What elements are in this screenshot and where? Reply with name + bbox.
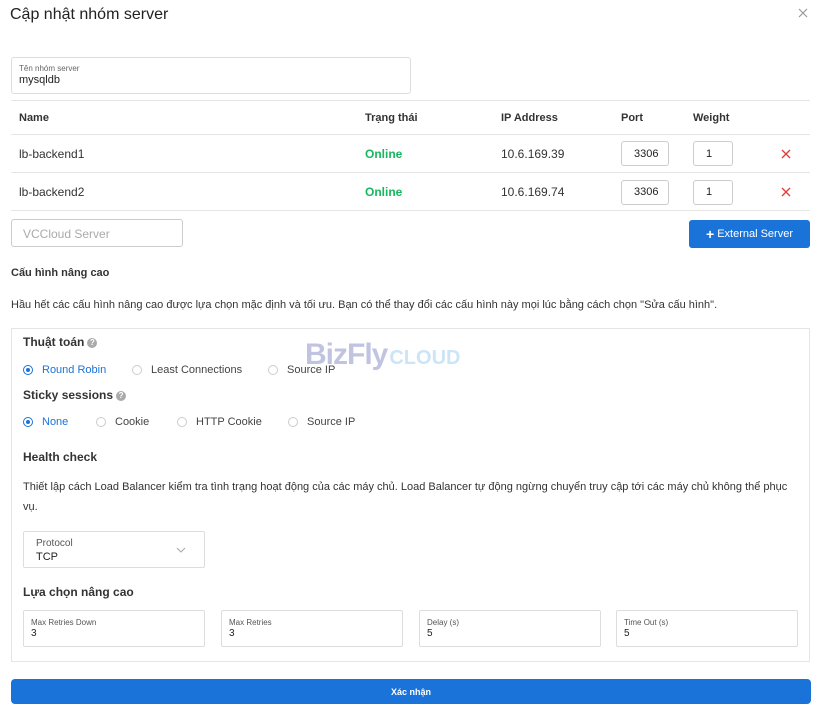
radio-label: Least Connections [151,364,243,376]
field-value[interactable]: 5 [427,628,433,639]
radio-none[interactable]: None [23,416,68,428]
row-status: Online [365,146,403,161]
sticky-label: Sticky sessions [23,388,114,402]
table-header: Name Trạng thái IP Address Port Weight [11,101,810,135]
close-icon[interactable] [796,6,810,20]
radio-dot [96,417,106,427]
weight-input[interactable]: 1 [693,179,733,205]
radio-dot [23,417,33,427]
timeout-field[interactable]: Time Out (s) 5 [616,610,798,647]
protocol-select[interactable]: Protocol TCP [23,531,205,568]
field-label: Max Retries Down [31,618,97,627]
algorithm-label: Thuật toán [23,335,85,349]
table-row: lb-backend1 Online 10.6.169.39 3306 1 [11,135,810,173]
help-icon[interactable]: ? [87,338,98,348]
group-name-value[interactable]: mysqldb [19,74,60,86]
external-server-button[interactable]: + External Server [689,220,810,248]
header-name: Name [19,111,49,124]
radio-dot [288,417,298,427]
field-label: Time Out (s) [624,618,669,627]
group-name-field[interactable]: Tên nhóm server mysqldb [11,57,411,94]
radio-dot [132,365,142,375]
max-retries-field[interactable]: Max Retries 3 [221,610,403,647]
chevron-down-icon [176,547,186,553]
radio-dot [23,365,33,375]
row-ip: 10.6.169.74 [501,185,565,199]
watermark-cloud: CLOUD [389,346,461,369]
row-ip: 10.6.169.39 [501,146,565,161]
radio-label: Source IP [307,416,356,428]
field-value[interactable]: 3 [229,628,235,639]
table-row: lb-backend2 Online 10.6.169.74 3306 1 [11,173,810,211]
weight-input[interactable]: 1 [693,141,733,166]
field-value[interactable]: 3 [31,628,37,639]
port-input[interactable]: 3306 [621,179,669,205]
delete-icon[interactable] [781,149,791,159]
server-select[interactable]: VCCloud Server [11,219,183,247]
row-status: Online [365,185,403,199]
radio-label: HTTP Cookie [196,416,262,428]
group-name-label: Tên nhóm server [19,64,80,73]
header-ip: IP Address [501,111,558,124]
radio-label: Source IP [287,364,336,376]
field-value[interactable]: 5 [624,628,630,639]
header-status: Trạng thái [365,111,418,124]
row-name: lb-backend1 [19,146,85,161]
max-retries-down-field[interactable]: Max Retries Down 3 [23,610,205,647]
health-check-label: Health check [23,450,98,464]
delete-icon[interactable] [781,187,791,197]
radio-dot [268,365,278,375]
header-weight: Weight [693,111,730,124]
port-input[interactable]: 3306 [621,141,669,166]
row-name: lb-backend2 [19,185,85,199]
protocol-value: TCP [36,551,58,563]
radio-http-cookie[interactable]: HTTP Cookie [177,416,262,428]
radio-source-ip[interactable]: Source IP [268,364,335,376]
confirm-button[interactable]: Xác nhận [11,679,811,704]
advanced-options-label: Lựa chọn nâng cao [23,585,134,599]
protocol-label: Protocol [36,538,73,549]
radio-dot [177,417,187,427]
radio-least-connections[interactable]: Least Connections [132,364,242,376]
field-label: Max Retries [229,618,272,627]
external-server-label: External Server [717,228,793,240]
help-icon[interactable]: ? [116,391,127,401]
advanced-title: Cấu hình nâng cao [11,267,110,279]
radio-cookie[interactable]: Cookie [96,416,149,428]
advanced-description: Hầu hết các cấu hình nâng cao được lựa c… [11,299,718,311]
sticky-label-wrap: Sticky sessions? [23,388,127,402]
header-port: Port [621,111,643,124]
field-label: Delay (s) [427,618,460,627]
radio-label: None [42,416,69,428]
radio-label: Cookie [115,416,150,428]
algorithm-label-wrap: Thuật toán? [23,335,98,349]
server-table: Name Trạng thái IP Address Port Weight l… [11,100,810,211]
delay-field[interactable]: Delay (s) 5 [419,610,601,647]
health-check-description: Thiết lập cách Load Balancer kiểm tra tì… [23,481,788,513]
radio-round-robin[interactable]: Round Robin [23,364,106,376]
radio-sticky-source-ip[interactable]: Source IP [288,416,355,428]
radio-label: Round Robin [42,364,107,376]
plus-icon: + [706,226,715,242]
dialog-title: Cập nhật nhóm server [10,6,169,23]
